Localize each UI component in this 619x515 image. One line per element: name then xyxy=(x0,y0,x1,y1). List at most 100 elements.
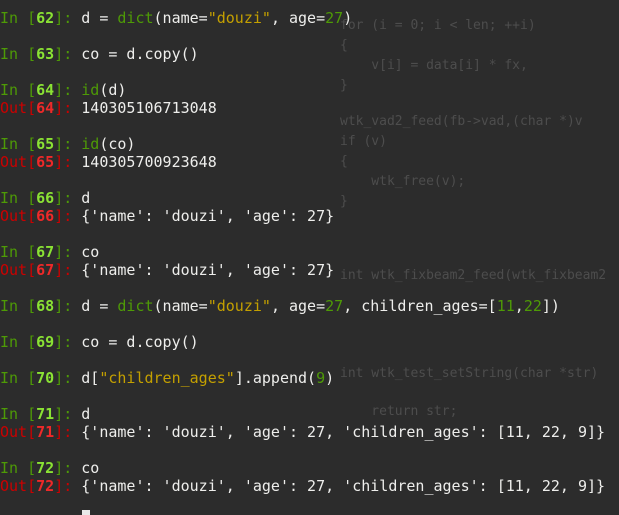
code-token: dict xyxy=(117,9,154,27)
input-line[interactable]: In [68]: d = dict(name="douzi", age=27, … xyxy=(0,296,560,316)
in-prompt-number: 72 xyxy=(36,459,55,477)
in-prompt-label: In [ xyxy=(0,189,37,207)
output-line: Out[71]: {'name': 'douzi', 'age': 27, 'c… xyxy=(0,422,605,442)
in-prompt-label: In [ xyxy=(0,9,37,27)
in-prompt-close: ]: xyxy=(54,135,82,153)
input-line[interactable]: In [70]: d["children_ages"].append(9) xyxy=(0,368,334,388)
output-line: Out[66]: {'name': 'douzi', 'age': 27} xyxy=(0,206,334,226)
code-token: ) xyxy=(343,9,353,27)
code-token: ].append( xyxy=(234,369,317,387)
in-prompt-close: ]: xyxy=(54,405,82,423)
code-token: , age= xyxy=(270,9,326,27)
output-value: 140305700923648 xyxy=(81,153,217,171)
code-token: , xyxy=(514,297,524,315)
code-token: d xyxy=(81,189,91,207)
in-prompt-close: ]: xyxy=(54,333,82,351)
out-prompt-close: ]: xyxy=(54,261,82,279)
code-token: d = xyxy=(81,9,118,27)
code-token: , age= xyxy=(270,297,326,315)
code-token: ]) xyxy=(541,297,560,315)
in-prompt-number: 63 xyxy=(36,45,55,63)
output-value: {'name': 'douzi', 'age': 27, 'children_a… xyxy=(81,423,606,441)
code-token: , children_ages=[ xyxy=(343,297,497,315)
out-prompt-label: Out[ xyxy=(0,261,37,279)
code-token: "douzi" xyxy=(207,9,271,27)
out-prompt-close: ]: xyxy=(54,477,82,495)
in-prompt-number: 69 xyxy=(36,333,55,351)
code-token: 27 xyxy=(325,297,344,315)
in-prompt-number: 65 xyxy=(36,135,55,153)
in-prompt-close: ]: xyxy=(54,45,82,63)
code-token: 11 xyxy=(496,297,515,315)
code-token: co xyxy=(81,459,100,477)
in-prompt-close: ]: xyxy=(54,243,82,261)
code-token: (name= xyxy=(153,9,208,27)
out-prompt-label: Out[ xyxy=(0,99,37,117)
out-prompt-number: 72 xyxy=(36,477,55,495)
code-token: "douzi" xyxy=(207,297,271,315)
output-value: {'name': 'douzi', 'age': 27, 'children_a… xyxy=(81,477,606,495)
code-token: co = d.copy() xyxy=(81,333,199,351)
code-token: 27 xyxy=(325,9,344,27)
input-line[interactable]: In [67]: co xyxy=(0,242,99,262)
in-prompt-label: In [ xyxy=(0,333,37,351)
code-token: d xyxy=(81,405,91,423)
in-prompt-label: In [ xyxy=(0,135,37,153)
code-token: (name= xyxy=(153,297,208,315)
in-prompt-close: ]: xyxy=(54,189,82,207)
code-token: id xyxy=(81,81,100,99)
out-prompt-close: ]: xyxy=(54,423,82,441)
code-token: "children_ages" xyxy=(99,369,235,387)
in-prompt-label: In [ xyxy=(0,297,37,315)
in-prompt-number: 62 xyxy=(36,9,55,27)
out-prompt-number: 67 xyxy=(36,261,55,279)
code-token: co xyxy=(81,243,100,261)
in-prompt-number: 66 xyxy=(36,189,55,207)
in-prompt-close: ]: xyxy=(54,81,82,99)
out-prompt-number: 64 xyxy=(36,99,55,117)
terminal-cursor xyxy=(82,510,90,515)
output-value: {'name': 'douzi', 'age': 27} xyxy=(81,261,335,279)
output-line: Out[65]: 140305700923648 xyxy=(0,152,217,172)
in-prompt-number: 64 xyxy=(36,81,55,99)
code-token: dict xyxy=(117,297,154,315)
output-line: Out[67]: {'name': 'douzi', 'age': 27} xyxy=(0,260,334,280)
out-prompt-close: ]: xyxy=(54,207,82,225)
input-line[interactable]: In [65]: id(co) xyxy=(0,134,135,154)
out-prompt-close: ]: xyxy=(54,153,82,171)
in-prompt-number: 67 xyxy=(36,243,55,261)
code-token: (d) xyxy=(99,81,127,99)
out-prompt-label: Out[ xyxy=(0,153,37,171)
code-token: 9 xyxy=(316,369,326,387)
code-token: co = d.copy() xyxy=(81,45,199,63)
out-prompt-label: Out[ xyxy=(0,207,37,225)
in-prompt-label: In [ xyxy=(0,369,37,387)
in-prompt-number: 68 xyxy=(36,297,55,315)
code-token: (co) xyxy=(99,135,136,153)
in-prompt-close: ]: xyxy=(54,297,82,315)
input-line[interactable]: In [64]: id(d) xyxy=(0,80,126,100)
in-prompt-number: 70 xyxy=(36,369,55,387)
code-token: 22 xyxy=(523,297,542,315)
out-prompt-close: ]: xyxy=(54,99,82,117)
in-prompt-label: In [ xyxy=(0,243,37,261)
input-line[interactable]: In [66]: d xyxy=(0,188,90,208)
out-prompt-number: 71 xyxy=(36,423,55,441)
input-line[interactable]: In [71]: d xyxy=(0,404,90,424)
input-line[interactable]: In [62]: d = dict(name="douzi", age=27) xyxy=(0,8,352,28)
in-prompt-close: ]: xyxy=(54,369,82,387)
ipython-terminal[interactable]: In [62]: d = dict(name="douzi", age=27) I… xyxy=(0,0,619,515)
out-prompt-number: 66 xyxy=(36,207,55,225)
in-prompt-close: ]: xyxy=(54,9,82,27)
in-prompt-label: In [ xyxy=(0,81,37,99)
code-token: ) xyxy=(325,369,335,387)
code-token: d = xyxy=(81,297,118,315)
input-line[interactable]: In [69]: co = d.copy() xyxy=(0,332,199,352)
output-line: Out[64]: 140305106713048 xyxy=(0,98,217,118)
in-prompt-label: In [ xyxy=(0,45,37,63)
out-prompt-label: Out[ xyxy=(0,477,37,495)
input-line[interactable]: In [63]: co = d.copy() xyxy=(0,44,199,64)
output-value: 140305106713048 xyxy=(81,99,217,117)
in-prompt-close: ]: xyxy=(54,459,82,477)
input-line[interactable]: In [72]: co xyxy=(0,458,99,478)
